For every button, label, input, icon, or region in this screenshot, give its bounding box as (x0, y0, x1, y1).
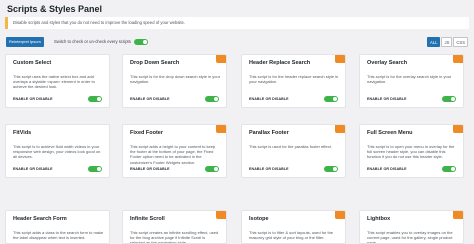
script-card: Header Search Form This script adds a cl… (5, 210, 110, 244)
card-title: Infinite Scroll (130, 216, 165, 222)
script-card: Custom Select This script uses the nativ… (5, 54, 110, 108)
corner-badge (216, 125, 226, 133)
script-card: Parallax Footer This script is used for … (241, 124, 346, 178)
enable-toggle[interactable] (442, 96, 456, 102)
card-description: This script is for the overlay search st… (367, 74, 452, 85)
enable-label: ENABLE OR DISABLE (13, 167, 53, 171)
corner-badge (216, 55, 226, 63)
card-description: This script creates an infinite scrollin… (130, 230, 219, 244)
card-title: Overlay Search (367, 60, 408, 66)
card-description: This script is for the header replace se… (249, 74, 339, 85)
card-description: This script adds a class to the search f… (13, 230, 104, 241)
card-description: This script adds a height to your conten… (130, 144, 216, 165)
card-description: This script is to open your menu in over… (367, 144, 455, 160)
corner-badge (216, 211, 226, 219)
card-title: Parallax Footer (249, 130, 289, 136)
script-card: FitVids This script is to achieve fluid … (5, 124, 110, 178)
corner-badge (335, 125, 345, 133)
filter-css-button[interactable]: CSS (453, 37, 468, 47)
enable-toggle[interactable] (205, 166, 219, 172)
enable-label: ENABLE OR DISABLE (130, 167, 170, 171)
card-title: Header Search Form (13, 216, 67, 222)
corner-badge (453, 55, 463, 63)
script-card: Overlay Search This script is for the ov… (359, 54, 464, 108)
enable-label: ENABLE OR DISABLE (249, 97, 289, 101)
enable-toggle[interactable] (324, 96, 338, 102)
enable-toggle[interactable] (88, 96, 102, 102)
enable-label: ENABLE OR DISABLE (367, 97, 407, 101)
enable-label: ENABLE OR DISABLE (13, 97, 53, 101)
script-card: Isotope This script is to filter & sort … (241, 210, 346, 244)
corner-badge (453, 125, 463, 133)
script-card: Infinite Scroll This script creates an i… (122, 210, 227, 244)
card-description: This script uses the native select box a… (13, 74, 95, 90)
filter-all-button[interactable]: ALL (427, 37, 441, 47)
enable-label: ENABLE OR DISABLE (249, 167, 289, 171)
enable-toggle[interactable] (324, 166, 338, 172)
card-description: This script is used for the parallax foo… (249, 144, 332, 149)
enable-toggle[interactable] (88, 166, 102, 172)
script-card: Header Replace Search This script is for… (241, 54, 346, 108)
corner-badge (335, 211, 345, 219)
enable-toggle[interactable] (442, 166, 456, 172)
script-card: Lightbox This script enables you to over… (359, 210, 464, 244)
switch-all-toggle[interactable] (134, 39, 148, 45)
card-title: Isotope (249, 216, 269, 222)
enable-toggle[interactable] (205, 96, 219, 102)
script-card: Fixed Footer This script adds a height t… (122, 124, 227, 178)
card-description: This script enables you to overlay image… (367, 230, 453, 244)
script-card: Drop Down Search This script is for the … (122, 54, 227, 108)
toolbar: Reinterpret Ipsum Switch to check or un-… (5, 36, 469, 48)
card-title: Fixed Footer (130, 130, 164, 136)
filter-js-button[interactable]: JS (441, 37, 453, 47)
card-description: This script is to achieve fluid width vi… (13, 144, 101, 160)
card-title: Header Replace Search (249, 60, 311, 66)
enable-label: ENABLE OR DISABLE (367, 167, 407, 171)
corner-badge (453, 211, 463, 219)
card-title: Drop Down Search (130, 60, 180, 66)
script-card: Full Screen Menu This script is to open … (359, 124, 464, 178)
page-title: Scripts & Styles Panel (7, 4, 103, 14)
card-description: This script is to filter & sort layouts,… (249, 230, 334, 241)
card-title: Lightbox (367, 216, 391, 222)
card-description: This script is for the drop down search … (130, 74, 221, 85)
switch-all-label: Switch to check or un-check every script… (54, 39, 131, 44)
corner-badge (335, 55, 345, 63)
card-title: FitVids (13, 130, 32, 136)
info-notice: Disable scripts and styles that you do n… (5, 17, 469, 29)
card-title: Full Screen Menu (367, 130, 413, 136)
bulk-action-button[interactable]: Reinterpret Ipsum (6, 37, 44, 47)
enable-label: ENABLE OR DISABLE (130, 97, 170, 101)
filter-group: ALL JS CSS (427, 37, 468, 47)
card-title: Custom Select (13, 60, 52, 66)
